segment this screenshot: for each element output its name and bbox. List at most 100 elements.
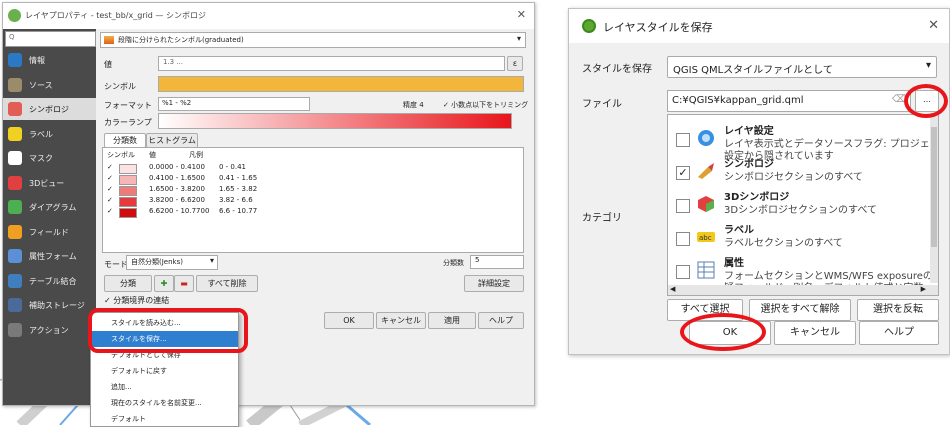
cancel-button[interactable]: キャンセル (376, 312, 426, 329)
format-value: %1 - %2 (162, 99, 192, 107)
class-symbol[interactable] (119, 164, 137, 174)
scroll-left-icon[interactable]: ◀ (670, 285, 675, 293)
table-row[interactable]: ✓ 0.4100 - 1.6500 0.41 - 1.65 (107, 174, 257, 185)
invert-selection-button[interactable]: 選択を反転 (857, 299, 939, 321)
table-row[interactable]: ✓ 6.6200 - 10.7700 6.6 - 10.77 (107, 207, 257, 218)
row-checkbox[interactable]: ✓ (107, 185, 113, 193)
class-legend: 0 - 0.41 (219, 163, 247, 171)
class-value: 6.6200 - 10.7700 (149, 207, 210, 215)
classify-button[interactable]: 分類 (104, 275, 152, 292)
file-path-field[interactable]: C:¥QGIS¥kappan_grid.qml ⌫ (667, 90, 911, 112)
menu-item[interactable]: 現在のスタイルを名前変更... (91, 395, 238, 411)
class-symbol[interactable] (119, 197, 137, 207)
search-icon: Q (9, 33, 15, 41)
window-title: レイヤスタイルを保存 (603, 21, 713, 34)
color-ramp-button[interactable] (158, 113, 512, 129)
layer-properties-dialog: レイヤプロパティ - test_bb/x_grid — シンボロジ ✕ Q 情報… (2, 2, 535, 406)
mode-value: 自然分類(Jenks) (131, 258, 183, 266)
scrollbar-thumb[interactable] (931, 127, 937, 247)
table-row[interactable]: ✓ 3.8200 - 6.6200 3.82 - 6.6 (107, 196, 253, 207)
sidebar-item[interactable]: シンボロジ (3, 98, 96, 120)
row-checkbox[interactable]: ✓ (107, 174, 113, 182)
add-class-button[interactable]: ✚ (154, 275, 174, 292)
sidebar-item-label: 3Dビュー (29, 178, 65, 188)
advanced-button[interactable]: 詳細設定 (464, 275, 524, 292)
sidebar-item[interactable]: フィールド (3, 221, 96, 243)
expression-button[interactable]: ε (507, 56, 523, 71)
sidebar-item-label: ラベル (29, 129, 53, 139)
ok-button[interactable]: OK (324, 312, 374, 329)
sidebar-item[interactable]: ラベル (3, 123, 96, 145)
sidebar-item[interactable]: ダイアグラム (3, 196, 96, 218)
sidebar-item[interactable]: 情報 (3, 49, 96, 71)
close-icon[interactable]: ✕ (517, 8, 526, 21)
table-row[interactable]: ✓ 1.6500 - 3.8200 1.65 - 3.82 (107, 185, 257, 196)
aux-storage-icon (8, 298, 22, 312)
menu-item[interactable]: 追加... (91, 379, 238, 395)
class-symbol[interactable] (119, 208, 137, 218)
link-boundaries-checkbox[interactable]: ✓ 分類境界の連結 (104, 295, 169, 306)
menu-item-label: 現在のスタイルを名前変更... (111, 399, 202, 407)
sidebar-item-label: 情報 (29, 56, 45, 65)
category-checkbox[interactable] (676, 199, 690, 213)
value-field[interactable]: 1.3 ... (158, 56, 505, 71)
tab-histogram[interactable]: ヒストグラム (146, 133, 198, 148)
save-style-select[interactable]: QGIS QMLスタイルファイルとして ▾ (667, 56, 937, 78)
graduated-icon (104, 36, 114, 44)
close-icon[interactable]: ✕ (928, 18, 939, 33)
renderer-select[interactable]: 段階に分けられたシンボル(graduated) ▾ (100, 32, 526, 48)
class-symbol[interactable] (119, 186, 137, 196)
cancel-button[interactable]: キャンセル (774, 321, 856, 345)
actions-icon (8, 322, 22, 337)
scroll-right-icon[interactable]: ▶ (921, 285, 926, 293)
highlight-save-style (88, 308, 248, 353)
row-checkbox[interactable]: ✓ (107, 196, 113, 204)
tab-classes[interactable]: 分類数 (104, 133, 146, 148)
menu-item[interactable]: デフォルトに戻す (91, 363, 238, 379)
help-button[interactable]: ヘルプ (859, 321, 939, 345)
category-checkbox[interactable] (676, 232, 690, 246)
apply-button[interactable]: 適用 (428, 312, 476, 329)
remove-class-button[interactable]: ▬ (174, 275, 194, 292)
sidebar-item[interactable]: 属性フォーム (3, 245, 96, 267)
sidebar-item[interactable]: アクション (3, 319, 96, 341)
sidebar-item[interactable]: 3Dビュー (3, 172, 96, 194)
table-row[interactable]: ✓ 0.0000 - 0.4100 0 - 0.41 (107, 163, 246, 174)
row-checkbox[interactable]: ✓ (107, 207, 113, 215)
format-label: フォーマット (104, 101, 152, 110)
category-checkbox[interactable] (676, 133, 690, 147)
class-symbol[interactable] (119, 175, 137, 185)
sidebar-item[interactable]: ソース (3, 74, 96, 96)
classes-table[interactable]: シンボル 値 凡例 ✓ 0.0000 - 0.4100 0 - 0.41 ✓ 0.410… (102, 147, 524, 253)
search-input[interactable]: Q (5, 31, 96, 47)
sidebar-item[interactable]: テーブル結合 (3, 270, 96, 292)
sidebar-item[interactable]: マスク (3, 147, 96, 169)
window-title: レイヤプロパティ - test_bb/x_grid — シンボロジ (25, 11, 206, 20)
category-checkbox[interactable]: ✓ (676, 166, 690, 180)
classes-count-value: 5 (475, 256, 480, 264)
horizontal-scrollbar[interactable]: ◀ ▶ (668, 285, 938, 295)
row-checkbox[interactable]: ✓ (107, 163, 113, 171)
deselect-all-button[interactable]: 選択をすべて解除 (749, 299, 851, 321)
highlight-browse (904, 84, 948, 118)
delete-all-button[interactable]: すべて削除 (196, 275, 258, 292)
header-legend: 凡例 (189, 151, 203, 159)
symbol-button[interactable] (158, 76, 524, 92)
trim-checkbox[interactable]: ✓ 小数点以下をトリミング (443, 100, 528, 110)
mask-icon (8, 151, 22, 165)
category-checkbox[interactable] (676, 265, 690, 279)
classes-count-spinbox[interactable]: 5 (470, 255, 524, 269)
link-boundaries-label: 分類境界の連結 (113, 296, 170, 305)
format-field[interactable]: %1 - %2 (158, 97, 310, 111)
ramp-label: カラーランプ (104, 118, 152, 127)
file-label: ファイル (582, 99, 622, 110)
class-legend: 1.65 - 3.82 (219, 185, 258, 193)
category-list[interactable]: レイヤ設定 レイヤ表示式とデータソースフラグ: プロジェク 設定から隠されています ✓… (667, 114, 939, 296)
sidebar-item-label: ダイアグラム (29, 203, 77, 212)
help-button[interactable]: ヘルプ (478, 312, 524, 329)
precision-field[interactable]: 精度 4 (403, 100, 424, 110)
save-style-value: QGIS QMLスタイルファイルとして (673, 65, 833, 76)
vertical-scrollbar[interactable] (930, 115, 938, 283)
sidebar-item[interactable]: 補助ストレージ (3, 294, 96, 316)
mode-select[interactable]: 自然分類(Jenks) ▾ (126, 255, 218, 270)
